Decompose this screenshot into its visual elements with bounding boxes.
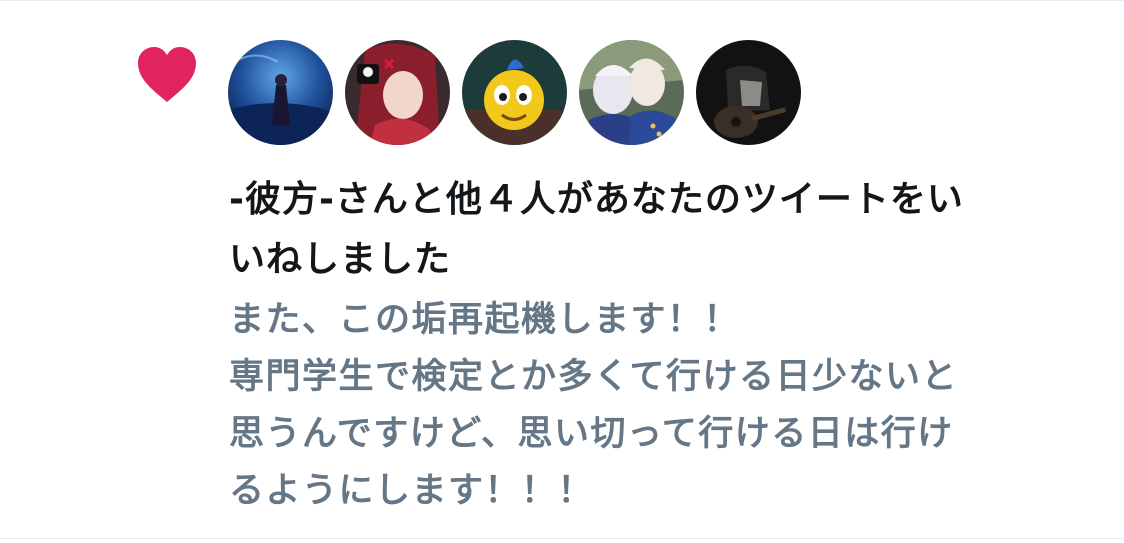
heart-icon	[138, 47, 196, 102]
avatar[interactable]	[462, 40, 567, 145]
headline-line-1: -彼方-さんと他４人があなたのツイートをい	[229, 170, 1079, 230]
bottom-divider	[0, 538, 1124, 539]
like-notification[interactable]: -彼方-さんと他４人があなたのツイートをい いねしました また、この垢再起機しま…	[0, 0, 1124, 543]
avatar[interactable]	[228, 40, 333, 145]
avatar[interactable]	[345, 40, 450, 145]
liker-avatars	[228, 40, 801, 146]
avatar-3-image	[462, 40, 567, 145]
tweet-line: また、この垢再起機します！！	[229, 300, 741, 340]
avatar-2-image	[345, 40, 450, 145]
avatar[interactable]	[579, 40, 684, 145]
tweet-line: 思うんですけど、思い切って行ける日は行け	[229, 414, 954, 454]
headline-line-2: いねしました	[229, 239, 452, 280]
tweet-line: 専門学生で検定とか多くて行ける日少ないと	[229, 357, 958, 397]
tweet-line: るようにします！！！	[229, 471, 595, 511]
avatar[interactable]	[696, 40, 801, 145]
avatar-1-image	[228, 40, 333, 145]
notification-headline: -彼方-さんと他４人があなたのツイートをい いねしました	[229, 170, 1079, 290]
liker-name[interactable]: -彼方-	[229, 179, 335, 220]
avatar-5-image	[696, 40, 801, 145]
headline-text: さんと他４人があなたのツイートをい	[334, 179, 964, 220]
liked-tweet-text[interactable]: また、この垢再起機します！！ 専門学生で検定とか多くて行ける日少ないと 思うんで…	[229, 292, 1079, 520]
avatar-4-image	[579, 40, 684, 145]
